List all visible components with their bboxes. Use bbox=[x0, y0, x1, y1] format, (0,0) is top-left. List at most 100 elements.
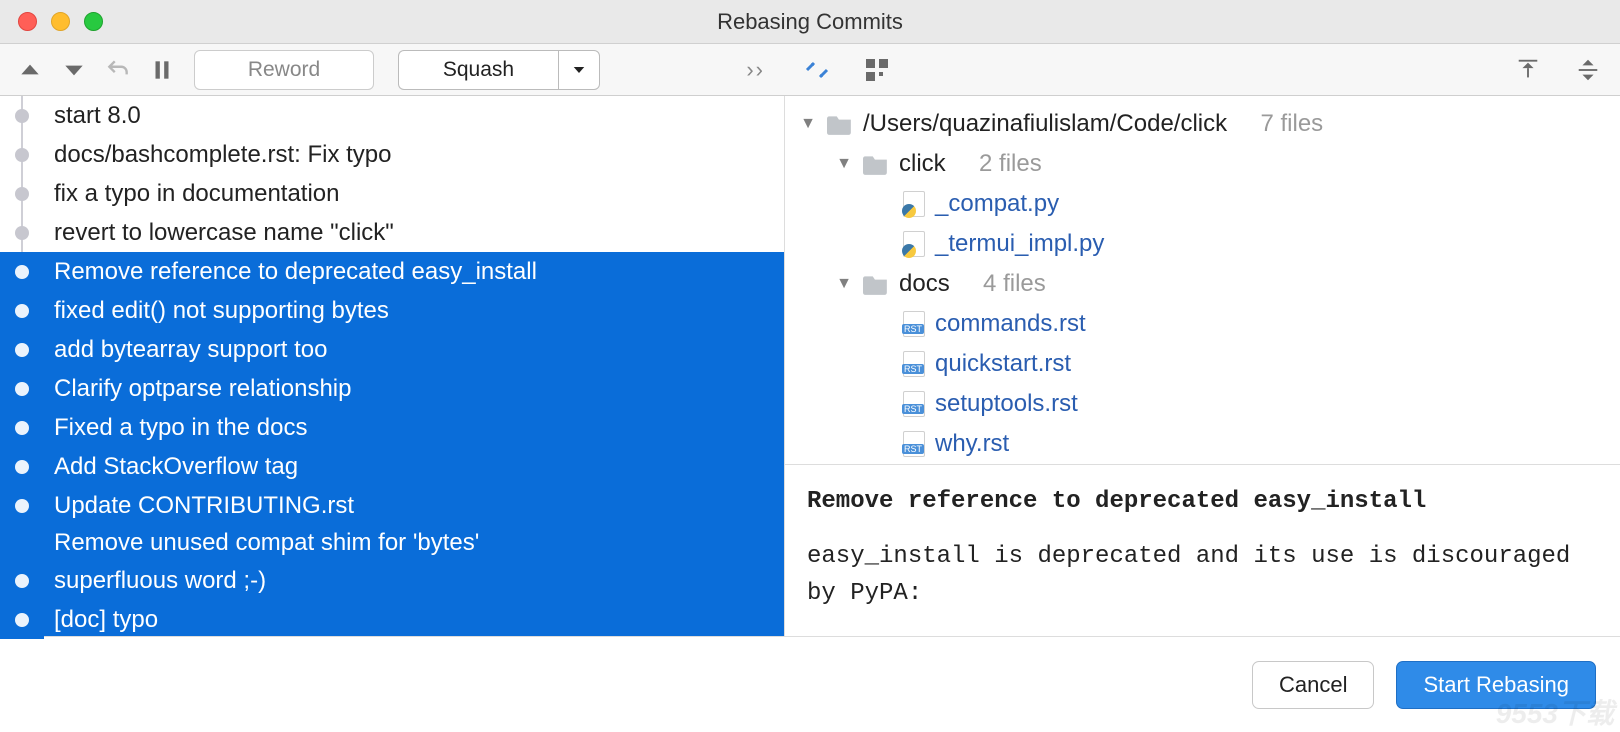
commit-list[interactable]: start 8.0docs/bashcomplete.rst: Fix typo… bbox=[44, 96, 784, 636]
tree-file-row[interactable]: quickstart.rst bbox=[785, 344, 1620, 384]
commit-gutter-dot bbox=[0, 291, 44, 330]
tree-folder-count: 2 files bbox=[979, 150, 1042, 178]
tree-file-name: _compat.py bbox=[935, 190, 1059, 218]
commit-gutter bbox=[0, 96, 44, 636]
dialog-footer: Cancel Start Rebasing bbox=[0, 636, 1620, 732]
squash-split-button: Squash bbox=[398, 50, 600, 90]
commit-row[interactable]: fixed edit() not supporting bytes bbox=[44, 291, 784, 330]
commit-row[interactable]: add bytearray support too bbox=[44, 330, 784, 369]
tree-root-count: 7 files bbox=[1260, 110, 1323, 138]
tree-root-path: /Users/quazinafiulislam/Code/click bbox=[863, 110, 1227, 138]
tree-folder-name: docs bbox=[899, 270, 950, 298]
commit-gutter-dot bbox=[0, 369, 44, 408]
minimize-window-button[interactable] bbox=[51, 12, 70, 31]
commit-row[interactable]: Remove reference to deprecated easy_inst… bbox=[44, 252, 784, 291]
collapse-diff-icon[interactable] bbox=[797, 50, 837, 90]
undo-button[interactable] bbox=[98, 50, 138, 90]
cancel-label: Cancel bbox=[1279, 672, 1347, 698]
chevron-down-icon[interactable]: ▼ bbox=[835, 275, 853, 293]
commit-gutter-dot bbox=[0, 252, 44, 291]
commit-gutter-dot bbox=[0, 213, 44, 252]
tree-file-name: quickstart.rst bbox=[935, 350, 1071, 378]
move-up-button[interactable] bbox=[10, 50, 50, 90]
main-body: start 8.0docs/bashcomplete.rst: Fix typo… bbox=[0, 96, 1620, 636]
pause-button[interactable] bbox=[142, 50, 182, 90]
changes-pane: ▼ /Users/quazinafiulislam/Code/click 7 fi… bbox=[785, 96, 1620, 636]
commit-list-pane: start 8.0docs/bashcomplete.rst: Fix typo… bbox=[0, 96, 785, 636]
commit-row[interactable]: [doc] typo bbox=[44, 600, 784, 636]
toolbar-right bbox=[785, 50, 1620, 90]
commit-gutter-dot bbox=[0, 486, 44, 525]
tree-folder-count: 4 files bbox=[983, 270, 1046, 298]
commit-gutter-dot bbox=[0, 135, 44, 174]
layout-grid-icon[interactable] bbox=[857, 50, 897, 90]
tree-file-name: _termui_impl.py bbox=[935, 230, 1104, 258]
chevron-down-icon[interactable]: ▼ bbox=[835, 155, 853, 173]
commit-detail: Remove reference to deprecated easy_inst… bbox=[785, 464, 1620, 636]
commit-gutter-dot bbox=[0, 600, 44, 639]
squash-button[interactable]: Squash bbox=[398, 50, 558, 90]
more-glyph: ›› bbox=[746, 57, 765, 82]
folder-icon bbox=[863, 153, 889, 175]
tree-file-name: setuptools.rst bbox=[935, 390, 1078, 418]
chevron-down-icon[interactable]: ▼ bbox=[799, 115, 817, 133]
commit-row[interactable]: Clarify optparse relationship bbox=[44, 369, 784, 408]
commit-row[interactable]: revert to lowercase name "click" bbox=[44, 213, 784, 252]
move-down-button[interactable] bbox=[54, 50, 94, 90]
rst-file-icon bbox=[903, 311, 925, 337]
toolbar-left: Reword Squash ›› bbox=[0, 50, 785, 90]
file-tree[interactable]: ▼ /Users/quazinafiulislam/Code/click 7 fi… bbox=[785, 96, 1620, 464]
tree-file-row[interactable]: commands.rst bbox=[785, 304, 1620, 344]
rst-file-icon bbox=[903, 391, 925, 417]
commit-detail-title: Remove reference to deprecated easy_inst… bbox=[807, 483, 1598, 520]
window-controls bbox=[0, 12, 103, 31]
cancel-button[interactable]: Cancel bbox=[1252, 661, 1374, 709]
tree-folder-row[interactable]: ▼ click 2 files bbox=[785, 144, 1620, 184]
close-window-button[interactable] bbox=[18, 12, 37, 31]
start-rebasing-label: Start Rebasing bbox=[1423, 672, 1569, 698]
commit-row[interactable]: superfluous word ;-) bbox=[44, 561, 784, 600]
tree-file-row[interactable]: _compat.py bbox=[785, 184, 1620, 224]
tree-file-name: why.rst bbox=[935, 430, 1009, 458]
rst-file-icon bbox=[903, 351, 925, 377]
commit-row[interactable]: start 8.0 bbox=[44, 96, 784, 135]
tree-file-row[interactable]: why.rst bbox=[785, 424, 1620, 464]
python-file-icon bbox=[903, 231, 925, 257]
tree-file-name: commands.rst bbox=[935, 310, 1086, 338]
collapse-all-icon[interactable] bbox=[1508, 50, 1548, 90]
commit-gutter-dot bbox=[0, 525, 44, 561]
toolbar: Reword Squash ›› bbox=[0, 44, 1620, 96]
squash-dropdown-button[interactable] bbox=[558, 50, 600, 90]
more-actions-button[interactable]: ›› bbox=[746, 57, 765, 83]
window-title: Rebasing Commits bbox=[0, 9, 1620, 35]
commit-row[interactable]: docs/bashcomplete.rst: Fix typo bbox=[44, 135, 784, 174]
folder-icon bbox=[827, 113, 853, 135]
commit-gutter-dot bbox=[0, 447, 44, 486]
commit-gutter-dot bbox=[0, 408, 44, 447]
python-file-icon bbox=[903, 191, 925, 217]
reword-label: Reword bbox=[248, 58, 320, 82]
tree-root-row[interactable]: ▼ /Users/quazinafiulislam/Code/click 7 fi… bbox=[785, 104, 1620, 144]
squash-label: Squash bbox=[443, 58, 514, 82]
commit-gutter-dot bbox=[0, 174, 44, 213]
commit-row[interactable]: Update CONTRIBUTING.rst bbox=[44, 486, 784, 525]
folder-icon bbox=[863, 273, 889, 295]
start-rebasing-button[interactable]: Start Rebasing bbox=[1396, 661, 1596, 709]
tree-file-row[interactable]: setuptools.rst bbox=[785, 384, 1620, 424]
commit-row[interactable]: Fixed a typo in the docs bbox=[44, 408, 784, 447]
commit-detail-body: easy_install is deprecated and its use i… bbox=[807, 538, 1598, 612]
tree-folder-row[interactable]: ▼ docs 4 files bbox=[785, 264, 1620, 304]
zoom-window-button[interactable] bbox=[84, 12, 103, 31]
commit-gutter-dot bbox=[0, 96, 44, 135]
commit-row[interactable]: fix a typo in documentation bbox=[44, 174, 784, 213]
reword-button[interactable]: Reword bbox=[194, 50, 374, 90]
commit-row[interactable]: Remove unused compat shim for 'bytes' bbox=[44, 525, 784, 561]
expand-all-icon[interactable] bbox=[1568, 50, 1608, 90]
tree-file-row[interactable]: _termui_impl.py bbox=[785, 224, 1620, 264]
commit-row[interactable]: Add StackOverflow tag bbox=[44, 447, 784, 486]
commit-gutter-dot bbox=[0, 330, 44, 369]
commit-gutter-dot bbox=[0, 561, 44, 600]
tree-folder-name: click bbox=[899, 150, 946, 178]
titlebar: Rebasing Commits bbox=[0, 0, 1620, 44]
rst-file-icon bbox=[903, 431, 925, 457]
